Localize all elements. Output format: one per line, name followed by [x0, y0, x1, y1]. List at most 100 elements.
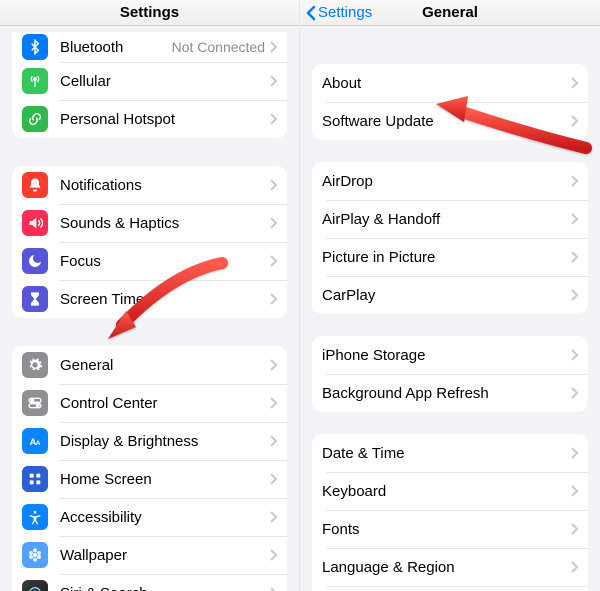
- back-button[interactable]: Settings: [300, 4, 372, 21]
- group-spacer: [12, 318, 287, 346]
- general-row-about[interactable]: About: [312, 64, 588, 102]
- settings-row-home-screen[interactable]: Home Screen: [12, 460, 287, 498]
- general-row-storage[interactable]: iPhone Storage: [312, 336, 588, 374]
- settings-row-cellular[interactable]: Cellular: [12, 62, 287, 100]
- gear-icon: [22, 352, 48, 378]
- row-label: Date & Time: [322, 445, 570, 462]
- siri-icon: [22, 580, 48, 591]
- link-icon: [22, 106, 48, 132]
- row-label: AirPlay & Handoff: [322, 211, 570, 228]
- chevron-right-icon: [570, 289, 578, 301]
- group-spacer: [312, 140, 588, 162]
- chevron-right-icon: [570, 251, 578, 263]
- settings-screen: Settings Bluetooth Not Connected Cellula…: [0, 0, 300, 591]
- row-label: Screen Time: [60, 291, 269, 308]
- svg-text:A: A: [36, 440, 41, 447]
- row-label: Personal Hotspot: [60, 111, 269, 128]
- general-row-carplay[interactable]: CarPlay: [312, 276, 588, 314]
- general-screen: Settings General About Software Update A…: [300, 0, 600, 591]
- row-label: iPhone Storage: [322, 347, 570, 364]
- settings-navbar: Settings: [0, 0, 299, 26]
- general-group-locale: Date & Time Keyboard Fonts Language & Re…: [312, 434, 588, 591]
- settings-row-accessibility[interactable]: Accessibility: [12, 498, 287, 536]
- settings-row-control-center[interactable]: Control Center: [12, 384, 287, 422]
- row-label: Siri & Search: [60, 585, 269, 591]
- row-label: Language & Region: [322, 559, 570, 576]
- chevron-right-icon: [269, 511, 277, 523]
- chevron-right-icon: [269, 293, 277, 305]
- chevron-right-icon: [570, 485, 578, 497]
- row-label: Fonts: [322, 521, 570, 538]
- chevron-right-icon: [269, 217, 277, 229]
- speaker-icon: [22, 210, 48, 236]
- settings-row-siri[interactable]: Siri & Search: [12, 574, 287, 591]
- chevron-right-icon: [269, 179, 277, 191]
- chevron-right-icon: [269, 75, 277, 87]
- settings-row-general[interactable]: General: [12, 346, 287, 384]
- chevron-right-icon: [570, 349, 578, 361]
- group-spacer: [312, 314, 588, 336]
- bluetooth-icon: [22, 34, 48, 60]
- chevron-right-icon: [570, 523, 578, 535]
- back-label: Settings: [318, 4, 372, 21]
- chevron-right-icon: [570, 561, 578, 573]
- settings-row-hotspot[interactable]: Personal Hotspot: [12, 100, 287, 138]
- row-label: CarPlay: [322, 287, 570, 304]
- settings-content: Bluetooth Not Connected Cellular Persona…: [0, 26, 299, 591]
- toggles-icon: [22, 390, 48, 416]
- settings-group-alerts: Notifications Sounds & Haptics Focus: [12, 166, 287, 318]
- row-label: Sounds & Haptics: [60, 215, 269, 232]
- row-label: Focus: [60, 253, 269, 270]
- row-label: Control Center: [60, 395, 269, 412]
- row-label: Notifications: [60, 177, 269, 194]
- chevron-right-icon: [269, 397, 277, 409]
- chevron-right-icon: [269, 41, 277, 53]
- text-size-icon: AA: [22, 428, 48, 454]
- general-content: About Software Update AirDrop AirPlay & …: [300, 26, 600, 591]
- chevron-right-icon: [570, 387, 578, 399]
- row-label: Bluetooth: [60, 39, 172, 56]
- chevron-right-icon: [269, 359, 277, 371]
- general-row-keyboard[interactable]: Keyboard: [312, 472, 588, 510]
- row-label: AirDrop: [322, 173, 570, 190]
- settings-row-display[interactable]: AA Display & Brightness: [12, 422, 287, 460]
- general-row-airplay[interactable]: AirPlay & Handoff: [312, 200, 588, 238]
- row-label: Software Update: [322, 113, 570, 130]
- general-row-software-update[interactable]: Software Update: [312, 102, 588, 140]
- general-row-airdrop[interactable]: AirDrop: [312, 162, 588, 200]
- general-row-pip[interactable]: Picture in Picture: [312, 238, 588, 276]
- general-row-bg-refresh[interactable]: Background App Refresh: [312, 374, 588, 412]
- settings-title: Settings: [0, 4, 299, 21]
- settings-group-device: General Control Center AA Display & Brig…: [12, 346, 287, 591]
- row-label: Home Screen: [60, 471, 269, 488]
- chevron-right-icon: [269, 435, 277, 447]
- settings-row-notifications[interactable]: Notifications: [12, 166, 287, 204]
- group-spacer: [312, 412, 588, 434]
- settings-row-bluetooth[interactable]: Bluetooth Not Connected: [12, 32, 287, 62]
- chevron-right-icon: [269, 113, 277, 125]
- row-value: Not Connected: [172, 39, 265, 55]
- chevron-right-icon: [269, 549, 277, 561]
- settings-row-wallpaper[interactable]: Wallpaper: [12, 536, 287, 574]
- general-navbar: Settings General: [300, 0, 600, 26]
- general-row-dictionary[interactable]: Dictionary: [312, 586, 588, 591]
- row-label: General: [60, 357, 269, 374]
- settings-row-screen-time[interactable]: Screen Time: [12, 280, 287, 318]
- row-label: About: [322, 75, 570, 92]
- group-spacer: [312, 26, 588, 64]
- general-row-language[interactable]: Language & Region: [312, 548, 588, 586]
- group-spacer: [12, 138, 287, 166]
- chevron-right-icon: [570, 213, 578, 225]
- general-row-fonts[interactable]: Fonts: [312, 510, 588, 548]
- accessibility-icon: [22, 504, 48, 530]
- settings-row-sounds[interactable]: Sounds & Haptics: [12, 204, 287, 242]
- settings-row-focus[interactable]: Focus: [12, 242, 287, 280]
- antenna-icon: [22, 68, 48, 94]
- row-label: Wallpaper: [60, 547, 269, 564]
- chevron-left-icon: [306, 5, 316, 21]
- flower-icon: [22, 542, 48, 568]
- general-group-storage: iPhone Storage Background App Refresh: [312, 336, 588, 412]
- general-row-datetime[interactable]: Date & Time: [312, 434, 588, 472]
- row-label: Cellular: [60, 73, 269, 90]
- hourglass-icon: [22, 286, 48, 312]
